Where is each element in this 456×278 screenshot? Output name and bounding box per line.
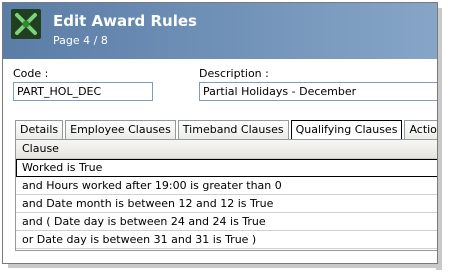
description-field[interactable]: Partial Holidays - December: [199, 82, 437, 101]
edit-award-rules-window: Edit Award Rules Page 4 / 8 Code : PART_…: [2, 2, 438, 264]
tab-employee-clauses[interactable]: Employee Clauses: [65, 120, 176, 139]
window-title: Edit Award Rules: [53, 12, 197, 30]
table-row[interactable]: Worked is True: [16, 159, 437, 177]
description-label: Description :: [199, 67, 269, 80]
code-label: Code :: [13, 67, 49, 80]
award-rules-app-icon: [11, 9, 41, 39]
table-row[interactable]: and Date month is between 12 and 12 is T…: [16, 195, 437, 213]
clause-column-header[interactable]: Clause: [16, 140, 437, 159]
clause-tabs: Details Employee Clauses Timeband Clauses Q…: [15, 120, 437, 139]
tab-qualifying-clauses[interactable]: Qualifying Clauses: [290, 120, 403, 139]
table-row[interactable]: or Date day is between 31 and 31 is True…: [16, 231, 437, 249]
tab-details[interactable]: Details: [15, 120, 64, 139]
table-row[interactable]: and ( Date day is between 24 and 24 is T…: [16, 213, 437, 231]
page-indicator: Page 4 / 8: [53, 34, 108, 47]
tab-action-clauses[interactable]: Action Clauses: [404, 120, 437, 139]
tab-timeband-clauses[interactable]: Timeband Clauses: [177, 120, 289, 139]
qualifying-clauses-table: Clause Worked is True and Hours worked a…: [15, 139, 437, 251]
table-row[interactable]: and Hours worked after 19:00 is greater …: [16, 177, 437, 195]
title-banner: Edit Award Rules Page 4 / 8: [3, 3, 437, 59]
code-field[interactable]: PART_HOL_DEC: [13, 82, 153, 101]
